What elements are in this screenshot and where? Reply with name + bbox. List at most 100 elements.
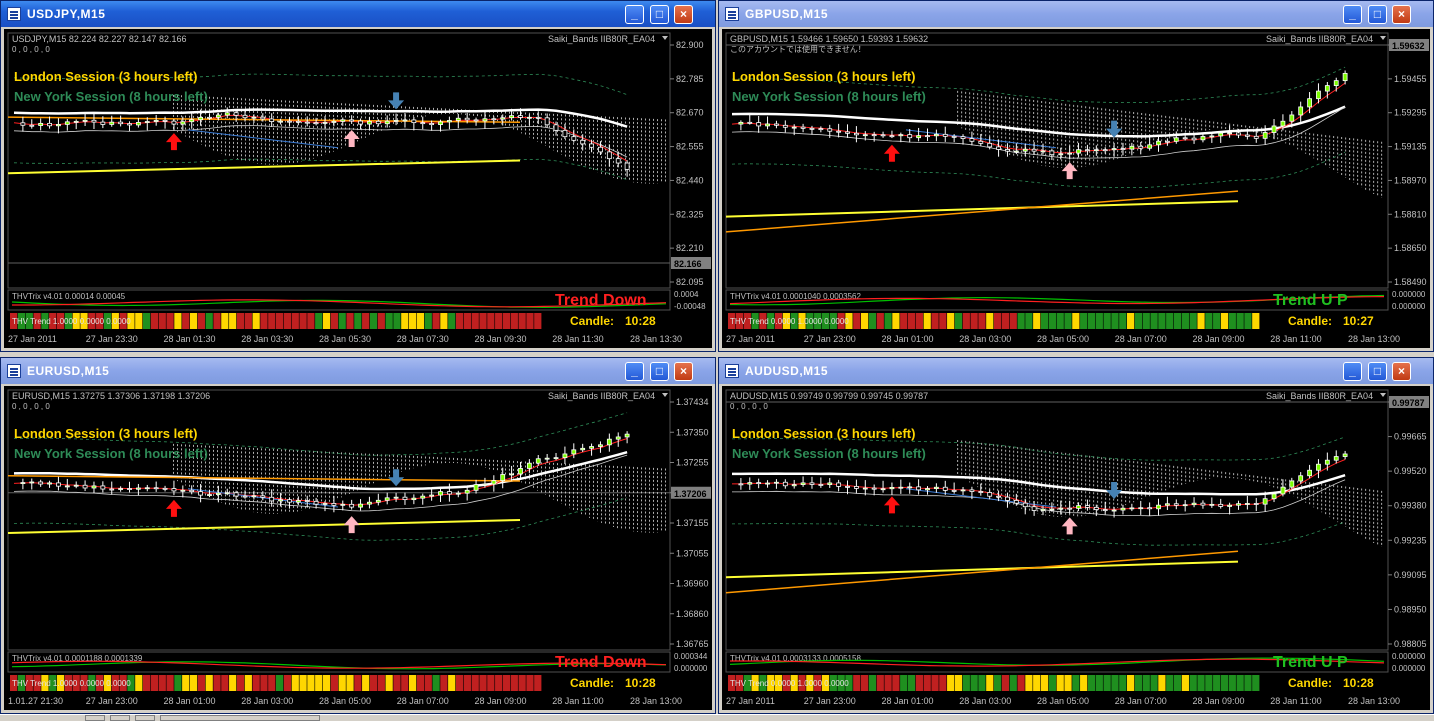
window-titlebar[interactable]: EURUSD,M15 _ □ × (1, 358, 715, 384)
chart-area[interactable]: 0.99787 0.99665 0.99520 0.99380 0.99235 0.990… (722, 386, 1430, 710)
time-tick-label: 28 Jan 09:30 (475, 334, 527, 344)
candle-timer-label: Candle: (570, 676, 614, 690)
candle-body (738, 121, 744, 125)
heat-cell (915, 313, 923, 329)
heat-cell (900, 313, 908, 329)
close-button[interactable]: × (674, 5, 693, 24)
candle-body (251, 495, 257, 498)
heat-cell (1228, 675, 1236, 691)
price-chart[interactable]: 1.59632 1.59455 1.59295 1.59135 1.58970 1.588… (722, 29, 1430, 348)
candle-body (393, 120, 399, 122)
candle-body (367, 120, 372, 125)
maximize-button[interactable]: □ (650, 5, 669, 24)
candle-body (438, 121, 443, 126)
candle-body (1324, 459, 1330, 465)
time-tick-label: 28 Jan 05:30 (319, 334, 371, 344)
heat-cell (283, 313, 292, 329)
maximize-button[interactable]: □ (1368, 362, 1387, 381)
candle-body (118, 121, 124, 125)
heat-cell (1025, 675, 1033, 691)
heat-cell (440, 313, 448, 329)
candle-timer-value: 10:28 (625, 314, 656, 328)
heat-cell (150, 313, 159, 329)
candle-body (774, 123, 779, 126)
minimize-button[interactable]: _ (625, 362, 644, 381)
candle-body (47, 482, 52, 485)
minimize-button[interactable]: _ (625, 5, 644, 24)
heat-cell (861, 675, 869, 691)
maximize-button[interactable]: □ (1368, 5, 1387, 24)
heat-cell (1213, 675, 1221, 691)
maximize-button[interactable]: □ (650, 362, 669, 381)
candle-body (580, 447, 586, 451)
candle-body (500, 117, 506, 120)
close-button[interactable]: × (1392, 5, 1411, 24)
chart-window-3[interactable]: AUDUSD,M15 _ □ × 0.99787 0.99665 0.99520 0.9938… (718, 357, 1434, 714)
trix-tick-label: 0.000344 (674, 652, 708, 661)
window-titlebar[interactable]: USDJPY,M15 _ □ × (1, 1, 715, 27)
candle-body (916, 486, 922, 491)
window-title: EURUSD,M15 (27, 364, 110, 378)
candle-body (1307, 98, 1312, 108)
chart-area[interactable]: 1.37434 1.37350 1.37255 1.37206 1.37155 1.370… (4, 386, 712, 710)
trix-tick-label: 0.000000 (1392, 302, 1426, 311)
window-titlebar[interactable]: AUDUSD,M15 _ □ × (719, 358, 1433, 384)
chart-window-2[interactable]: EURUSD,M15 _ □ × 1.37434 1.37350 1.37255 1.3720… (0, 357, 716, 714)
chart-area[interactable]: 1.59632 1.59455 1.59295 1.59135 1.58970 1.588… (722, 29, 1430, 348)
candle-body (144, 487, 150, 490)
candle-body (880, 488, 886, 491)
heat-cell (947, 675, 955, 691)
chart-area[interactable]: 82.900 82.785 82.670 82.555 82.440 82.325 82.2… (4, 29, 712, 348)
candle-body (446, 120, 452, 123)
minimized-window-tab[interactable] (110, 715, 130, 721)
candle-body (1253, 135, 1259, 139)
price-tick-label: 1.59135 (1394, 142, 1427, 152)
heat-cell (1009, 675, 1017, 691)
price-chart[interactable]: 82.900 82.785 82.670 82.555 82.440 82.325 82.2… (4, 29, 712, 348)
heat-cell (409, 675, 417, 691)
candle-body (606, 438, 612, 446)
candle-body (1156, 140, 1161, 146)
minimized-window-tab[interactable] (160, 715, 320, 721)
price-chart[interactable]: 1.37434 1.37350 1.37255 1.37206 1.37155 1.370… (4, 386, 712, 710)
heat-cell (236, 313, 245, 329)
candle-body (295, 120, 301, 123)
candle-body (1013, 150, 1019, 153)
ohlc-readout: AUDUSD,M15 0.99749 0.99799 0.99745 0.997… (730, 391, 928, 401)
candle-body (509, 473, 515, 476)
chart-window-1[interactable]: GBPUSD,M15 _ □ × 1.59632 1.59455 1.59295 1.5913… (718, 0, 1434, 352)
candle-body (518, 115, 523, 118)
current-price-label: 1.59632 (1392, 41, 1425, 51)
candle-body (889, 135, 895, 138)
close-button[interactable]: × (674, 362, 693, 381)
minimize-button[interactable]: _ (1343, 362, 1362, 381)
chart-window-0[interactable]: USDJPY,M15 _ □ × 82.900 82.785 82.670 82.555 82.… (0, 0, 716, 352)
candle-body (1093, 149, 1099, 152)
time-tick-label: 27 Jan 2011 (726, 334, 775, 344)
candle-body (862, 487, 868, 490)
candle-body (242, 114, 248, 119)
candle-body (64, 485, 70, 488)
minimized-window-tab[interactable] (135, 715, 155, 721)
candle-body (109, 488, 115, 491)
candle-body (224, 492, 230, 495)
candle-body (571, 136, 577, 141)
indicator-menu-icon (1380, 36, 1386, 40)
minimized-window-tab[interactable] (85, 715, 105, 721)
candle-body (1191, 137, 1197, 141)
trend-line-yellow (725, 560, 1239, 579)
candle-body (82, 119, 88, 122)
price-tick-label: 0.99665 (1394, 432, 1427, 442)
candle-body (827, 128, 833, 132)
heat-cell (939, 313, 947, 329)
heat-cell (362, 313, 370, 329)
candle-body (1040, 150, 1046, 153)
minimize-button[interactable]: _ (1343, 5, 1362, 24)
close-button[interactable]: × (1392, 362, 1411, 381)
candle-body (571, 449, 577, 455)
heat-cell (534, 313, 542, 329)
price-tick-label: 0.98950 (1394, 604, 1427, 614)
window-titlebar[interactable]: GBPUSD,M15 _ □ × (719, 1, 1433, 27)
price-chart[interactable]: 0.99787 0.99665 0.99520 0.99380 0.99235 0.990… (722, 386, 1430, 710)
candle-body (1182, 504, 1188, 507)
